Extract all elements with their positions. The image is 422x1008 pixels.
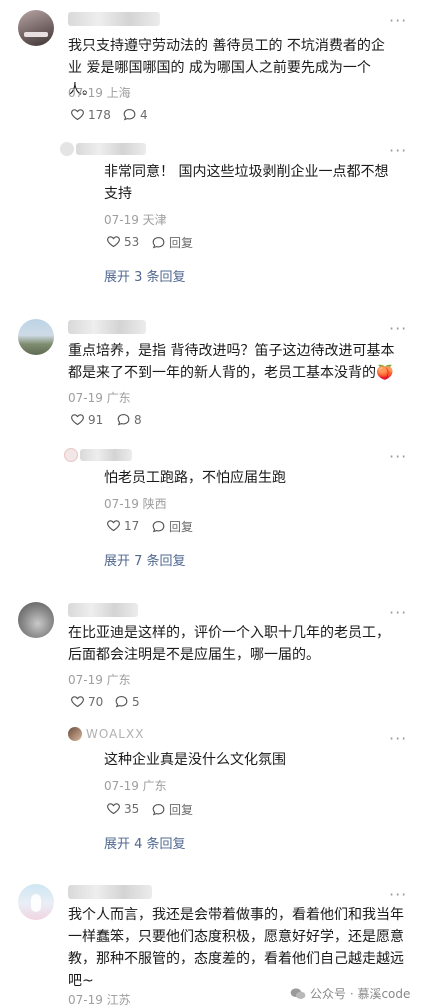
like-count: 91 (88, 412, 104, 427)
username[interactable] (68, 603, 138, 617)
like-button[interactable]: 17 (106, 518, 139, 533)
comment-text: 重点培养，是指 背待改进吗？笛子这边待改进可基本都是来了不到一年的新人背的，老员… (68, 343, 395, 381)
reply-text: 这种企业真是没什么文化氛围 (104, 752, 286, 768)
reply-meta: 07-19 广东 (104, 779, 167, 793)
comment-meta: 07-19 广东 (68, 673, 131, 687)
comment-bubble-icon (152, 236, 165, 249)
watermark: 公众号 · 慕溪code (290, 985, 410, 1002)
watermark-text: 公众号 · 慕溪code (310, 987, 411, 1001)
comment-meta: 07-19 上海 (68, 86, 131, 100)
reply-button[interactable]: 回复 (151, 801, 193, 818)
reply-count: 5 (132, 694, 140, 709)
heart-icon (107, 236, 120, 248)
expand-replies-link[interactable]: 展开 3 条回复 (104, 266, 186, 285)
reply-meta: 07-19 陕西 (104, 497, 167, 511)
more-icon[interactable]: ··· (389, 143, 407, 159)
reply-count-button[interactable]: 5 (114, 694, 140, 709)
heart-icon (71, 109, 84, 121)
reply-avatar[interactable] (60, 142, 74, 156)
reply-username[interactable] (76, 143, 146, 155)
heart-icon (107, 520, 120, 532)
reply-avatar[interactable] (68, 727, 82, 741)
reply-button[interactable]: 回复 (151, 518, 193, 535)
reply-button[interactable]: 回复 (151, 234, 193, 251)
avatar[interactable] (18, 884, 54, 920)
like-count: 17 (124, 518, 140, 533)
heart-icon (71, 414, 84, 426)
username[interactable] (68, 320, 146, 334)
comment-meta: 07-19 江苏 (68, 993, 131, 1007)
reply-label: 回复 (169, 236, 194, 250)
reply-label: 回复 (169, 520, 194, 534)
more-icon[interactable]: ··· (389, 13, 407, 29)
heart-icon (107, 803, 120, 815)
reply-count: 8 (134, 412, 142, 427)
more-icon[interactable]: ··· (389, 731, 407, 747)
reply-text: 非常同意！ 国内这些垃圾剥削企业一点都不想支持 (104, 164, 389, 202)
comment-bubble-icon (152, 803, 165, 816)
reply-text: 怕老员工跑路，不怕应届生跑 (104, 470, 286, 486)
like-count: 53 (124, 234, 140, 249)
reply-meta: 07-19 天津 (104, 213, 167, 227)
like-count: 35 (124, 801, 140, 816)
avatar[interactable] (18, 10, 54, 46)
comment-text: 我个人而言，我还是会带着做事的，看着他们和我当年一样蠢笨，只要他们态度积极，愿意… (68, 907, 404, 989)
avatar[interactable] (18, 602, 54, 638)
reply-count-button[interactable]: 4 (122, 107, 148, 122)
more-icon[interactable]: ··· (389, 605, 407, 621)
like-button[interactable]: 91 (70, 412, 103, 427)
like-button[interactable]: 178 (70, 107, 111, 122)
reply-username[interactable]: WOALXX (86, 727, 144, 741)
more-icon[interactable]: ··· (389, 321, 407, 337)
expand-replies-link[interactable]: 展开 7 条回复 (104, 550, 186, 569)
like-count: 70 (88, 694, 104, 709)
reply-count: 4 (140, 107, 148, 122)
comment-meta: 07-19 广东 (68, 391, 131, 405)
wechat-icon (290, 987, 306, 999)
comment-text: 在比亚迪是这样的，评价一个入职十几年的老员工，后面都会注明是不是应届生，哪一届的… (68, 625, 390, 663)
comment-bubble-icon (123, 108, 136, 121)
comment-bubble-icon (152, 520, 165, 533)
like-button[interactable]: 70 (70, 694, 103, 709)
expand-replies-link[interactable]: 展开 4 条回复 (104, 833, 186, 852)
reply-avatar[interactable] (64, 448, 78, 462)
like-count: 178 (88, 107, 111, 122)
username[interactable] (68, 12, 160, 26)
reply-count-button[interactable]: 8 (116, 412, 142, 427)
reply-label: 回复 (169, 803, 194, 817)
heart-icon (71, 696, 84, 708)
more-icon[interactable]: ··· (389, 887, 407, 903)
reply-username[interactable] (80, 449, 132, 461)
like-button[interactable]: 53 (106, 234, 139, 249)
username[interactable] (68, 885, 152, 899)
more-icon[interactable]: ··· (389, 449, 407, 465)
comment-bubble-icon (115, 695, 128, 708)
like-button[interactable]: 35 (106, 801, 139, 816)
avatar[interactable] (18, 319, 54, 355)
comment-bubble-icon (117, 413, 130, 426)
